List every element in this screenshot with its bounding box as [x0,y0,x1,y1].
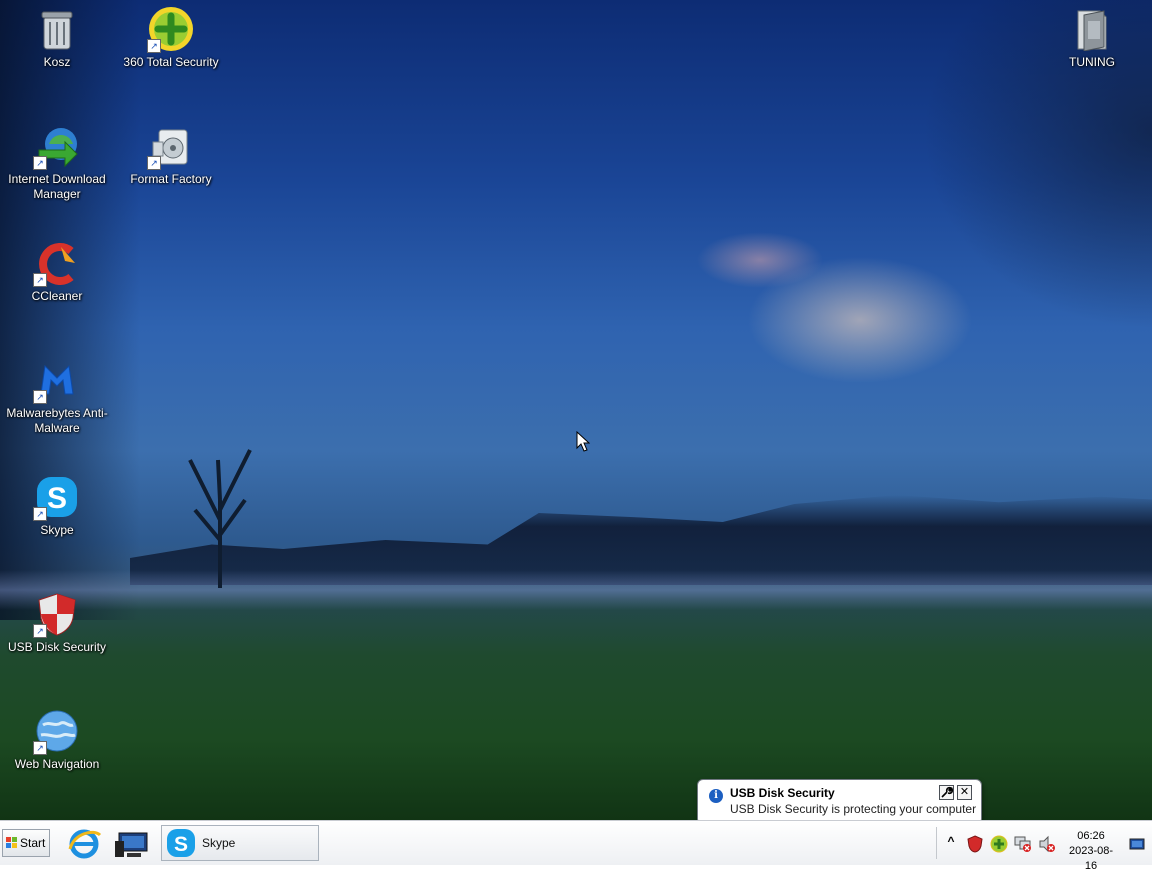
shortcut-arrow-icon: ↗ [147,156,161,170]
desktop-icon-label: Format Factory [130,172,212,186]
format-factory-icon: ↗ [147,124,193,170]
usb-disk-security-icon: ↗ [33,592,79,638]
show-desktop-icon[interactable] [1128,835,1146,853]
wallpaper-fog [0,570,1152,610]
desktop-icon-label: Web Navigation [14,757,100,771]
desktop-icon-label: 360 Total Security [123,55,219,69]
taskbar-internet-explorer-button[interactable] [64,825,104,863]
folder-icon [1070,7,1114,52]
desktop-icon-ccleaner[interactable]: ↗ CCleaner [2,241,112,304]
shortcut-arrow-icon: ↗ [147,39,161,53]
taskbar-skype-label: Skype [202,836,236,850]
shortcut-arrow-icon: ↗ [33,741,47,755]
desktop-icon-label: TUNING [1069,55,1115,69]
svg-text:S: S [174,833,188,856]
desktop-icon-label: Internet Download Manager [8,172,106,201]
shortcut-arrow-icon: ↗ [33,273,47,287]
notification-options-button[interactable] [939,785,954,800]
web-navigation-icon: ↗ [33,709,79,755]
svg-text:S: S [47,482,67,515]
desktop-icon-web-navigation[interactable]: ↗ Web Navigation [2,709,112,772]
tray-360-security-icon[interactable] [990,835,1008,853]
start-label: Start [20,836,46,850]
clock-date: 2023-08-16 [1068,845,1114,872]
malwarebytes-icon: ↗ [33,358,79,404]
desktop-icon-360-total-security[interactable]: ↗ 360 Total Security [116,7,226,70]
taskbar-show-desktop-button[interactable] [113,825,153,863]
tray-expand-button[interactable]: ^ [942,834,960,852]
notification-close-button[interactable]: ✕ [957,785,972,800]
desktop-icon-label: Kosz [43,55,71,69]
ccleaner-icon: ↗ [33,241,79,287]
tray-usb-disk-security-icon[interactable] [966,835,984,853]
desktop-wallpaper [0,0,1152,820]
wrench-icon [941,786,954,798]
clock-time: 06:26 [1077,830,1105,842]
desktop-icon-usb-disk-security[interactable]: ↗ USB Disk Security [2,592,112,655]
desktop-icon-internet-download-manager[interactable]: ↗ Internet Download Manager [2,124,112,202]
internet-explorer-icon [68,829,102,859]
taskbar-clock[interactable]: 06:26 2023-08-16 [1065,829,1117,874]
desktop-icon-tuning[interactable]: TUNING [1037,7,1147,70]
desktop-icon-label: USB Disk Security [7,640,107,654]
tray-volume-muted-icon[interactable] [1038,835,1056,853]
360-total-security-icon: ↗ [147,7,193,53]
shortcut-arrow-icon: ↗ [33,624,47,638]
internet-download-manager-icon: ↗ [33,124,79,170]
computer-monitor-icon [115,832,148,857]
notification-message: USB Disk Security is protecting your com… [730,802,977,816]
shortcut-arrow-icon: ↗ [33,390,47,404]
desktop-icon-skype[interactable]: S ↗ Skype [2,475,112,538]
shortcut-arrow-icon: ↗ [33,507,47,521]
skype-icon: S [167,829,195,857]
notification-title: USB Disk Security [730,786,835,800]
notification-balloon[interactable]: i USB Disk Security USB Disk Security is… [697,779,982,846]
mouse-cursor-icon [576,431,590,452]
shortcut-arrow-icon: ↗ [33,156,47,170]
system-tray: ^ 06:26 2023-08-16 [936,821,1152,872]
desktop-icon-format-factory[interactable]: ↗ Format Factory [116,124,226,187]
info-icon: i [709,789,723,803]
tray-network-disconnected-icon[interactable] [1014,835,1032,853]
start-button[interactable]: Start [2,829,50,857]
wallpaper-lone-tree [188,449,252,588]
desktop-icon-malwarebytes[interactable]: ↗ Malwarebytes Anti-Malware [2,358,112,436]
desktop-icon-label: Malwarebytes Anti-Malware [6,406,108,435]
recycle-bin-icon [35,7,79,51]
taskbar: Start S Skype ^ 06:26 2023-08-16 [0,820,1152,872]
desktop-icon-recycle-bin[interactable]: Kosz [2,7,112,70]
skype-icon: S ↗ [33,475,79,521]
taskbar-skype-button[interactable]: S Skype [161,825,319,861]
windows-flag-icon [6,837,18,849]
desktop-icon-label: CCleaner [31,289,83,303]
desktop-icon-label: Skype [40,523,74,537]
